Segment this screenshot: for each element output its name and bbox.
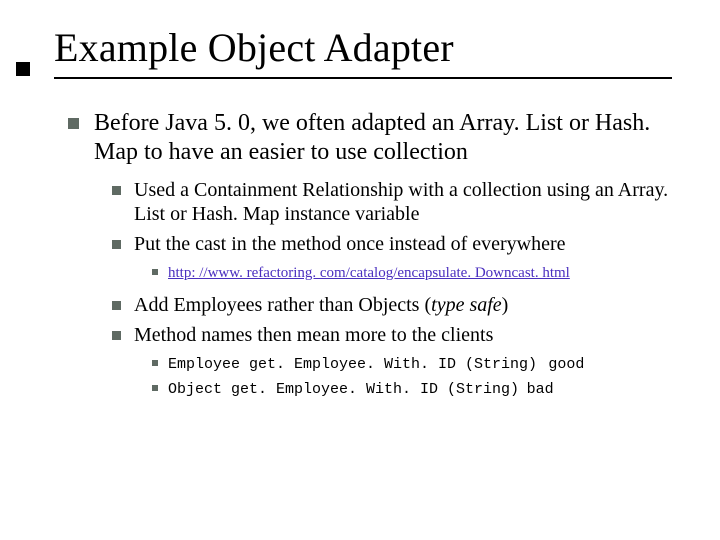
- list-item: Object get. Employee. With. ID (String) …: [152, 379, 672, 400]
- code-sample: Employee get. Employee. With. ID (String…: [168, 356, 537, 373]
- refactoring-link[interactable]: http: //www. refactoring. com/catalog/en…: [168, 265, 570, 281]
- slide-title: Example Object Adapter: [54, 24, 672, 71]
- bullet-list-level2: Used a Containment Relationship with a c…: [112, 178, 672, 401]
- title-marker-icon: [16, 62, 30, 76]
- list-item: http: //www. refactoring. com/catalog/en…: [152, 263, 672, 283]
- list-item-text: ): [502, 294, 509, 316]
- list-item-text: Add Employees rather than Objects (: [134, 294, 431, 316]
- list-item: Add Employees rather than Objects (type …: [112, 293, 672, 317]
- list-item: Put the cast in the method once instead …: [112, 232, 672, 283]
- list-item-text: Before Java 5. 0, we often adapted an Ar…: [94, 110, 650, 165]
- code-sample: Object get. Employee. With. ID (String): [168, 381, 519, 398]
- bullet-list-level3: Employee get. Employee. With. ID (String…: [152, 354, 672, 401]
- bullet-list-level1: Before Java 5. 0, we often adapted an Ar…: [68, 109, 672, 400]
- list-item-text: Method names then mean more to the clien…: [134, 324, 493, 346]
- list-item-emphasis: type safe: [431, 294, 502, 316]
- list-item: Before Java 5. 0, we often adapted an Ar…: [68, 109, 672, 400]
- bullet-list-level3: http: //www. refactoring. com/catalog/en…: [152, 263, 672, 283]
- code-annotation: bad: [527, 381, 554, 398]
- list-item: Used a Containment Relationship with a c…: [112, 178, 672, 227]
- title-divider: [54, 77, 672, 79]
- list-item-text: Used a Containment Relationship with a c…: [134, 179, 668, 225]
- list-item: Method names then mean more to the clien…: [112, 323, 672, 400]
- list-item-text: Put the cast in the method once instead …: [134, 233, 566, 255]
- slide: Example Object Adapter Before Java 5. 0,…: [0, 0, 720, 540]
- code-annotation: good: [548, 356, 584, 373]
- list-item: Employee get. Employee. With. ID (String…: [152, 354, 672, 375]
